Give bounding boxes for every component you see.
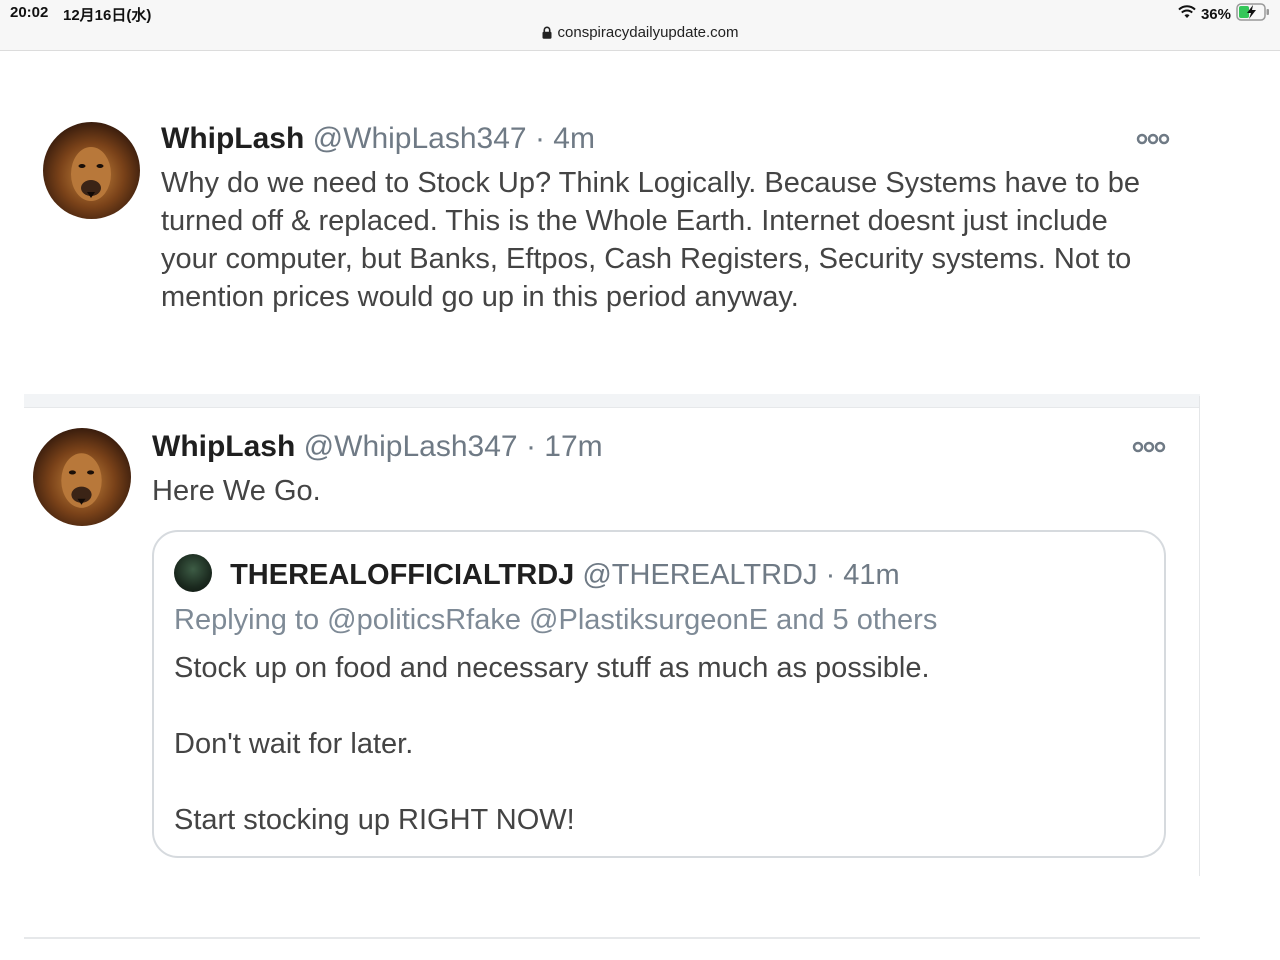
quoted-display-name[interactable]: THEREALOFFICIALTRDJ [230,559,574,591]
timestamp[interactable]: · 4m [535,122,595,155]
timestamp[interactable]: · 17m [526,430,603,463]
tweet-text-line: mention prices would go up in this perio… [161,281,799,313]
username[interactable]: @WhipLash347 [313,122,527,155]
quoted-header: THEREALOFFICIALTRDJ @THEREALTRDJ · 41m [174,554,900,592]
display-name[interactable]: WhipLash [152,430,295,463]
username[interactable]: @WhipLash347 [304,430,518,463]
tweet-text-line: your computer, but Banks, Eftpos, Cash R… [161,243,1132,275]
display-name[interactable]: WhipLash [161,122,304,155]
quoted-username[interactable]: @THEREALTRDJ [582,559,817,591]
divider [24,394,1200,408]
tweet-text: Why do we need to Stock Up? Think Logica… [161,164,1140,316]
quoted-avatar[interactable] [174,554,212,592]
tweet-header: WhipLash @WhipLash347 · 4m [161,122,595,156]
tweet-text-line: turned off & replaced. This is the Whole… [161,205,1108,237]
quoted-text-line: Stock up on food and necessary stuff as … [174,652,930,684]
quoted-text-line: Start stocking up RIGHT NOW! [174,804,575,836]
tweet-header: WhipLash @WhipLash347 · 17m [152,430,603,464]
avatar[interactable] [43,122,140,219]
more-options-icon[interactable] [1136,132,1172,151]
lion-icon [33,428,131,526]
more-options-icon[interactable] [1132,440,1168,459]
quoted-tweet[interactable]: THEREALOFFICIALTRDJ @THEREALTRDJ · 41m R… [152,530,1166,858]
replying-to[interactable]: Replying to @politicsRfake @Plastiksurge… [174,604,937,637]
lion-icon [43,122,140,219]
tweet-text: Here We Go. [152,475,321,507]
divider [24,937,1200,939]
avatar[interactable] [33,428,131,526]
tweet-text-line: Why do we need to Stock Up? Think Logica… [161,167,1141,199]
quoted-text-line: Don't wait for later. [174,728,414,760]
tweet[interactable]: WhipLash @WhipLash347 · 4m Why do we nee… [0,0,1280,380]
quoted-timestamp[interactable]: · 41m [826,559,900,591]
